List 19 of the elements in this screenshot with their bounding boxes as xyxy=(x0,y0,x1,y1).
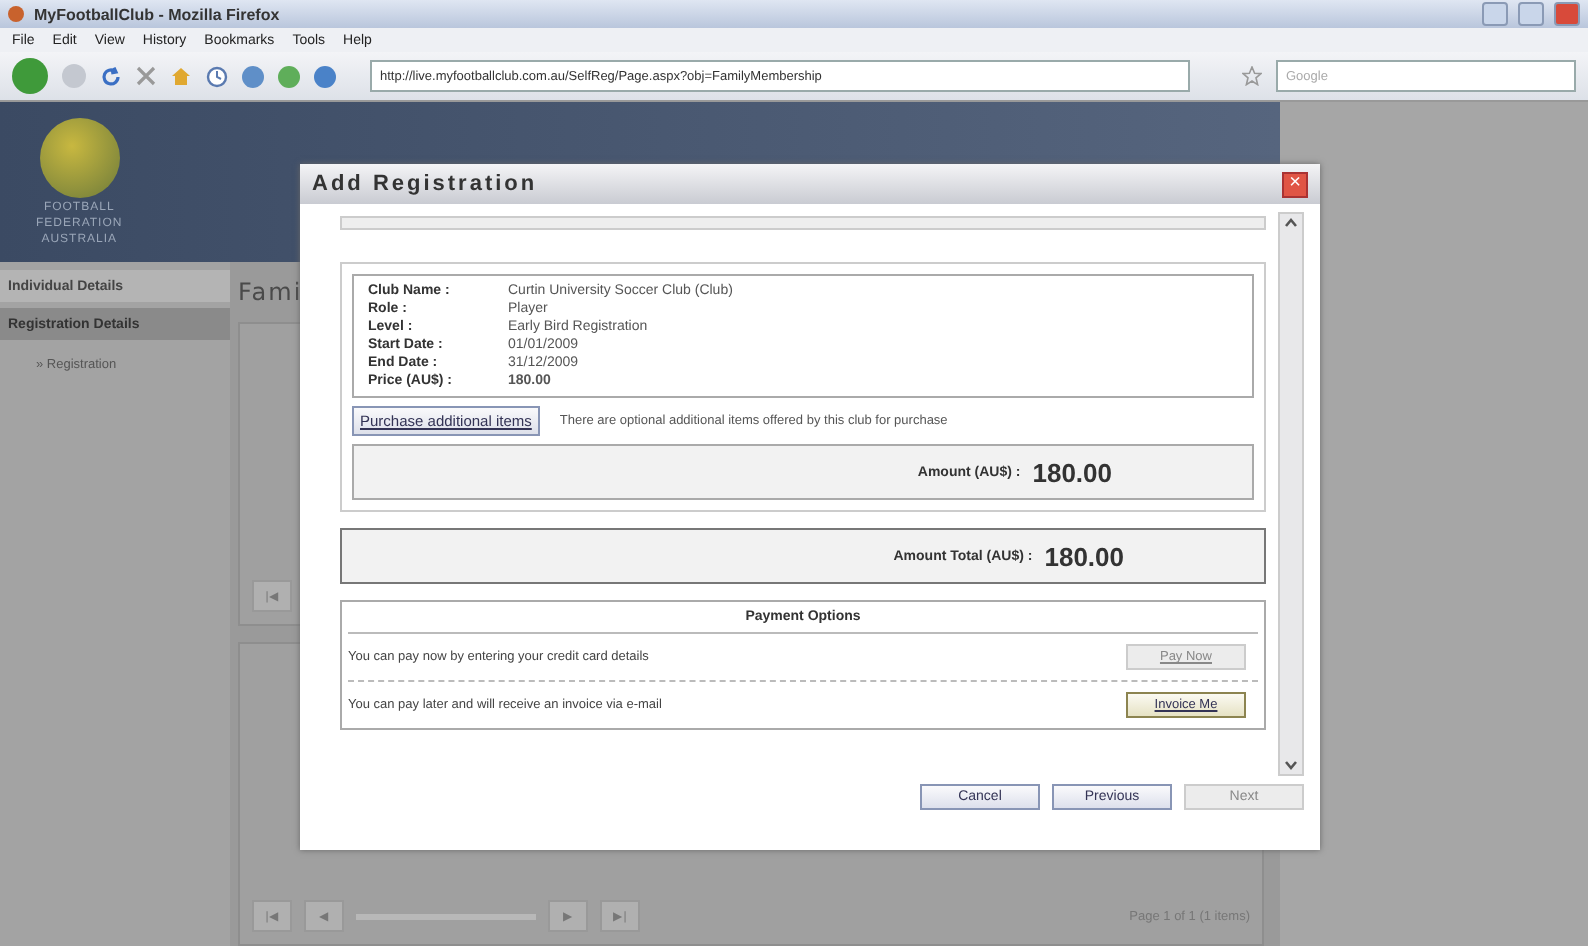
close-button[interactable] xyxy=(1554,2,1580,26)
logo-ball-icon xyxy=(39,118,120,198)
stop-icon[interactable] xyxy=(136,66,156,86)
forward-button[interactable] xyxy=(62,64,86,88)
history-icon[interactable] xyxy=(206,65,228,87)
minimize-button[interactable] xyxy=(1482,2,1508,26)
star-icon[interactable] xyxy=(1242,66,1262,86)
back-button[interactable] xyxy=(12,58,48,94)
close-button[interactable]: × xyxy=(1282,171,1308,197)
window-title: MyFootballClub - Mozilla Firefox xyxy=(34,5,282,23)
total-value: 180.00 xyxy=(1044,541,1124,571)
home-icon[interactable] xyxy=(170,66,192,86)
maximize-button[interactable] xyxy=(1518,2,1544,26)
amount-value: 180.00 xyxy=(1032,457,1112,487)
reload-icon[interactable] xyxy=(100,65,122,87)
dialog-title: Add Registration xyxy=(312,172,540,196)
scroll-down-icon[interactable] xyxy=(1282,756,1300,774)
page-heading: Fami xyxy=(238,278,303,306)
scroll-up-icon[interactable] xyxy=(1282,214,1300,232)
